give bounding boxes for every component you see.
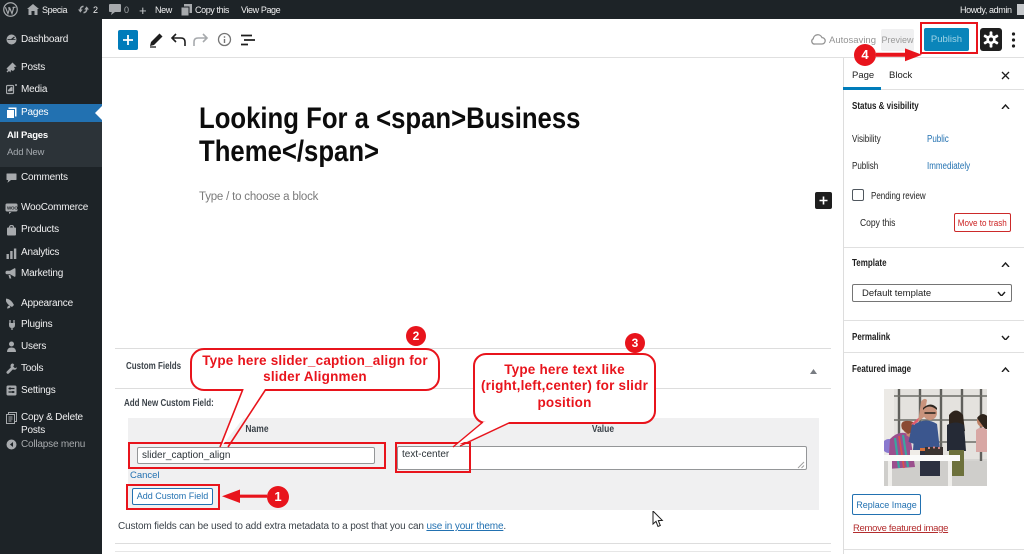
svg-text:WOO: WOO (7, 206, 18, 211)
